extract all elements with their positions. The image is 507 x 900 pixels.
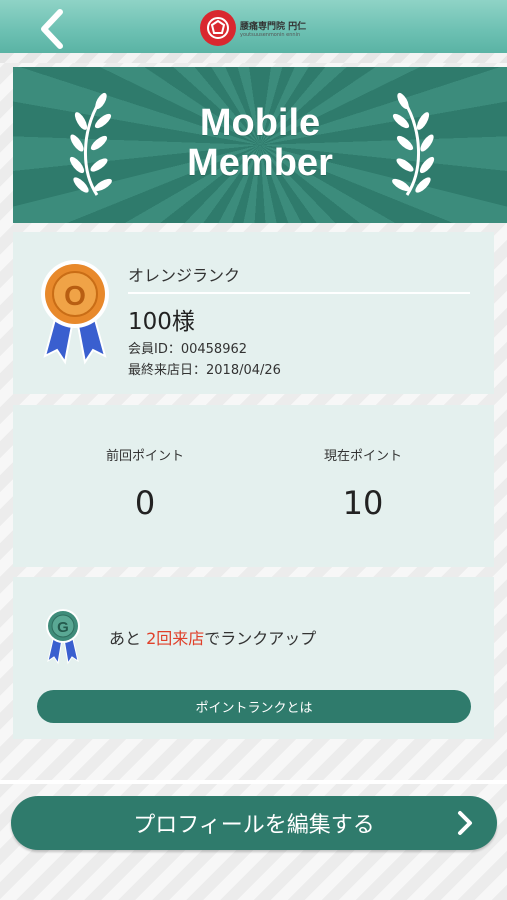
previous-points: 前回ポイント 0 bbox=[65, 445, 225, 522]
small-medal-letter: G bbox=[57, 619, 69, 636]
chevron-right-icon bbox=[458, 811, 472, 835]
footer-divider bbox=[0, 780, 507, 784]
green-rank-medal-icon: G bbox=[46, 609, 80, 665]
rankup-card: G あと 2回来店でランクアップ ポイントランクとは bbox=[13, 577, 494, 739]
laurel-right-icon bbox=[392, 92, 435, 196]
last-visit-date: 最終来店日：2018/04/26 bbox=[128, 363, 281, 378]
mobile-member-banner: Mobile Member bbox=[13, 67, 507, 223]
rank-name: オレンジランク bbox=[128, 266, 241, 285]
point-rank-info-button[interactable]: ポイントランクとは bbox=[37, 690, 471, 723]
logo: 腰痛専門院 円仁 youtsuusenmonin ennin bbox=[200, 8, 310, 48]
chevron-left-icon bbox=[41, 9, 63, 49]
current-points-label: 現在ポイント bbox=[323, 449, 402, 464]
current-points: 現在ポイント 10 bbox=[283, 445, 443, 522]
divider bbox=[128, 292, 470, 294]
logo-emblem-icon bbox=[200, 10, 236, 46]
rankup-visits-highlight: 2回来店 bbox=[146, 629, 205, 648]
member-card: O オレンジランク 100様 会員ID：00458962 最終来店日：2018/… bbox=[13, 232, 494, 394]
logo-subtitle: youtsuusenmonin ennin bbox=[240, 31, 301, 38]
back-button[interactable] bbox=[32, 8, 76, 50]
medal-letter: O bbox=[64, 280, 86, 311]
points-card: 前回ポイント 0 現在ポイント 10 bbox=[13, 405, 494, 567]
member-name: 100様 bbox=[128, 309, 195, 335]
edit-profile-label: プロフィールを編集する bbox=[133, 813, 375, 838]
rankup-text-after: でランクアップ bbox=[204, 629, 317, 648]
previous-points-value: 0 bbox=[134, 484, 156, 522]
app-header: 腰痛専門院 円仁 youtsuusenmonin ennin bbox=[0, 0, 507, 63]
rankup-message: あと 2回来店でランクアップ bbox=[109, 625, 316, 649]
logo-name: 腰痛専門院 円仁 bbox=[240, 21, 307, 32]
previous-points-label: 前回ポイント bbox=[105, 449, 184, 464]
current-points-value: 10 bbox=[342, 484, 384, 522]
member-id: 会員ID：00458962 bbox=[128, 342, 248, 357]
edit-profile-button[interactable]: プロフィールを編集する bbox=[11, 796, 497, 850]
point-rank-info-label: ポイントランクとは bbox=[195, 701, 313, 716]
orange-rank-medal-icon: O bbox=[41, 260, 109, 365]
rankup-text-before: あと bbox=[109, 629, 147, 648]
